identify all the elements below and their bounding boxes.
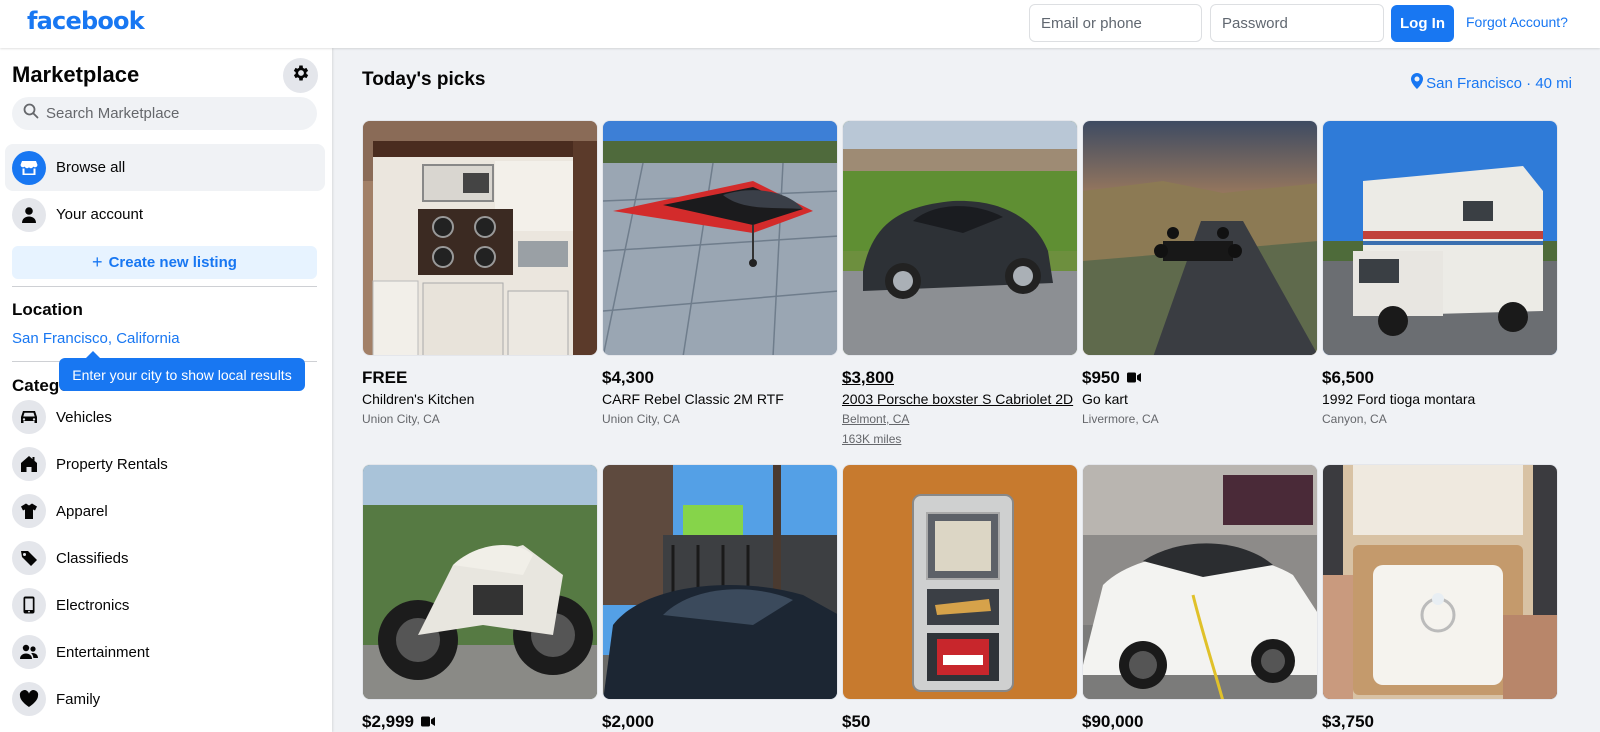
house-icon [12, 447, 46, 481]
sidebar-item-label: Browse all [56, 159, 126, 176]
listing-photo[interactable] [1082, 120, 1318, 356]
marketplace-feed: Today's picks San Francisco · 40 mi FREE… [332, 48, 1600, 732]
listing-card[interactable]: $950 Go kart Livermore, CA [1082, 120, 1318, 426]
listing-photo[interactable] [362, 464, 598, 700]
listing-card[interactable]: $3,750 [1322, 464, 1558, 732]
create-listing-label: Create new listing [108, 254, 237, 271]
search-icon [23, 103, 39, 124]
video-icon [421, 712, 435, 732]
listing-price: $3,750 [1322, 712, 1374, 731]
location-tooltip: Enter your city to show local results [59, 351, 305, 391]
category-family[interactable]: Family [12, 679, 100, 719]
listing-title[interactable]: 2003 Porsche boxster S Cabriolet 2D [842, 391, 1078, 407]
login-button[interactable]: Log In [1391, 5, 1454, 42]
location-filter[interactable]: San Francisco · 40 mi [1411, 73, 1572, 93]
listing-card[interactable]: $3,800 2003 Porsche boxster S Cabriolet … [842, 120, 1078, 446]
listing-title: Children's Kitchen [362, 391, 475, 407]
shirt-icon [12, 494, 46, 528]
category-label: Vehicles [56, 408, 112, 426]
person-icon [12, 197, 46, 232]
sidebar-item-label: Your account [56, 206, 144, 223]
password-field[interactable] [1210, 4, 1384, 42]
listing-photo[interactable] [842, 464, 1078, 700]
category-vehicles[interactable]: Vehicles [12, 397, 112, 437]
divider [12, 286, 317, 287]
category-label: Electronics [56, 596, 130, 614]
listing-title: 1992 Ford tioga montara [1322, 391, 1476, 407]
storefront-icon [12, 150, 46, 185]
heart-icon [12, 682, 46, 716]
video-icon [1126, 368, 1141, 388]
sidebar-item-your-account[interactable]: Your account [5, 191, 325, 238]
listing-card[interactable]: $4,300 CARF Rebel Classic 2M RTF Union C… [602, 120, 838, 426]
phone-icon [12, 588, 46, 622]
listing-title: CARF Rebel Classic 2M RTF [602, 391, 784, 407]
listing-card[interactable]: $50 [842, 464, 1078, 732]
tag-icon [12, 541, 46, 575]
location-filter-label: San Francisco · 40 mi [1426, 74, 1572, 92]
category-label: Classifieds [56, 549, 129, 567]
listing-price: $2,000 [602, 712, 654, 731]
listing-card[interactable]: $2,999 [362, 464, 598, 732]
sidebar-title: Marketplace [12, 62, 140, 87]
category-label: Apparel [56, 502, 108, 520]
listing-price: $950 [1082, 368, 1318, 388]
category-entertainment[interactable]: Entertainment [12, 632, 149, 672]
listing-card[interactable]: $6,500 1992 Ford tioga montara Canyon, C… [1322, 120, 1558, 426]
facebook-logo[interactable]: facebook [27, 7, 145, 35]
page-title: Today's picks [362, 69, 486, 90]
marketplace-sidebar: Marketplace Browse all Your account + Cr… [0, 48, 332, 732]
location-heading: Location [12, 300, 83, 319]
gear-icon [291, 63, 311, 88]
listing-title: Go kart [1082, 391, 1128, 407]
category-property-rentals[interactable]: Property Rentals [12, 444, 168, 484]
listing-price: $2,999 [362, 712, 598, 732]
listing-card[interactable]: $90,000 [1082, 464, 1318, 732]
listing-photo[interactable] [1082, 464, 1318, 700]
category-label: Entertainment [56, 643, 150, 661]
listing-location: Belmont, CA [842, 412, 910, 426]
car-icon [12, 400, 46, 434]
create-listing-button[interactable]: + Create new listing [12, 246, 317, 279]
listing-mileage: 163K miles [842, 432, 902, 446]
listing-price: $4,300 [602, 368, 654, 387]
listing-location: Union City, CA [362, 412, 440, 426]
location-link[interactable]: San Francisco, California [12, 330, 180, 347]
listing-photo[interactable] [362, 120, 598, 356]
category-electronics[interactable]: Electronics [12, 585, 129, 625]
listing-price: FREE [362, 368, 408, 387]
listing-card[interactable]: FREE Children's Kitchen Union City, CA [362, 120, 598, 426]
top-navigation-bar: facebook Log In Forgot Account? [0, 0, 1600, 48]
sidebar-item-browse-all[interactable]: Browse all [5, 144, 325, 191]
category-classifieds[interactable]: Classifieds [12, 538, 129, 578]
listing-price: $6,500 [1322, 368, 1374, 387]
listing-photo[interactable] [1322, 464, 1558, 700]
plus-icon: + [92, 252, 103, 272]
settings-button[interactable] [283, 58, 318, 93]
listing-price: $50 [842, 712, 871, 731]
listing-photo[interactable] [842, 120, 1078, 356]
listing-price: $90,000 [1082, 712, 1144, 731]
category-label: Family [56, 690, 101, 708]
listing-photo[interactable] [1322, 120, 1558, 356]
listing-photo[interactable] [602, 464, 838, 700]
listing-photo[interactable] [602, 120, 838, 356]
email-field[interactable] [1029, 4, 1202, 42]
listing-location: Union City, CA [602, 412, 680, 426]
listing-location: Canyon, CA [1322, 412, 1387, 426]
forgot-account-link[interactable]: Forgot Account? [1466, 14, 1568, 30]
category-apparel[interactable]: Apparel [12, 491, 108, 531]
listing-card[interactable]: $2,000 [602, 464, 838, 732]
people-icon [12, 635, 46, 669]
listing-location: Livermore, CA [1082, 412, 1159, 426]
search-input[interactable] [46, 105, 296, 122]
map-pin-icon [1411, 73, 1424, 93]
listing-price: $3,800 [842, 368, 894, 387]
category-label: Property Rentals [56, 455, 168, 473]
search-bar[interactable] [12, 97, 317, 130]
